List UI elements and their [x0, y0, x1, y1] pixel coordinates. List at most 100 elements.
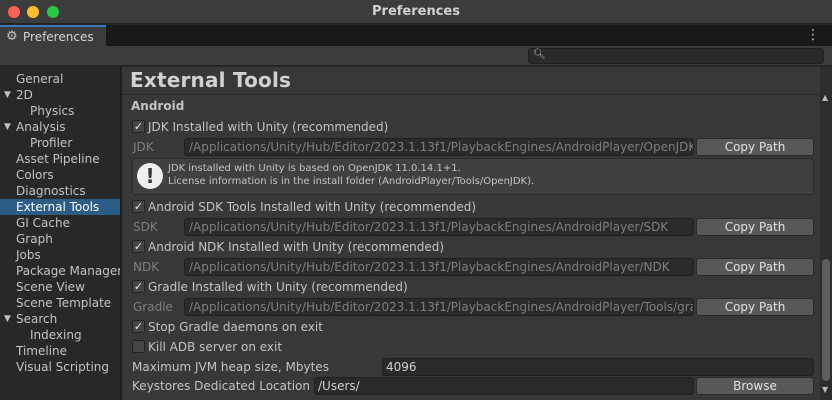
- tab-preferences[interactable]: ⚙ Preferences: [0, 25, 106, 46]
- gradle-copy-path-button[interactable]: Copy Path: [696, 298, 814, 316]
- title-separator: [122, 94, 820, 95]
- sidebar-item-jobs[interactable]: Jobs: [0, 247, 120, 263]
- jdk-info-box: ! JDK installed with Unity is based on O…: [132, 158, 814, 195]
- sidebar-item-physics[interactable]: Physics: [0, 103, 120, 119]
- expand-arrow-icon[interactable]: ▼: [4, 119, 11, 135]
- sidebar-item-gi-cache[interactable]: GI Cache: [0, 215, 120, 231]
- tab-strip: ⚙ Preferences ⋮: [0, 25, 832, 46]
- expand-arrow-icon[interactable]: ▼: [4, 87, 11, 103]
- jvm-heap-label: Maximum JVM heap size, Mbytes: [132, 360, 329, 374]
- jvm-heap-field[interactable]: 4096: [382, 358, 814, 376]
- more-options-icon[interactable]: ⋮: [806, 27, 820, 43]
- exclamation-icon: !: [137, 163, 163, 189]
- jdk-checkbox[interactable]: ✓: [132, 120, 145, 133]
- kill-adb-checkbox[interactable]: [132, 340, 145, 353]
- sidebar-item-label: Visual Scripting: [16, 360, 109, 374]
- sdk-toggle-label: Android SDK Tools Installed with Unity (…: [148, 200, 477, 214]
- info-line-1: JDK installed with Unity is based on Ope…: [168, 163, 461, 174]
- keystores-label: Keystores Dedicated Location: [132, 379, 310, 393]
- scroll-up-icon[interactable]: ▲: [822, 93, 828, 102]
- sidebar-item-label: Diagnostics: [16, 184, 86, 198]
- sidebar-item-profiler[interactable]: Profiler: [0, 135, 120, 151]
- sidebar-item-package-manager[interactable]: Package Manager: [0, 263, 123, 279]
- sidebar-item-label: Package Manager: [16, 264, 123, 278]
- ndk-copy-path-button[interactable]: Copy Path: [696, 258, 814, 276]
- sidebar-item-scene-template[interactable]: Scene Template: [0, 295, 120, 311]
- ndk-path-field: /Applications/Unity/Hub/Editor/2023.1.13…: [184, 258, 694, 276]
- kill-adb-label: Kill ADB server on exit: [148, 340, 283, 354]
- gear-icon: ⚙: [6, 29, 18, 44]
- keystores-row: Keystores Dedicated Location /Users/ Bro…: [122, 377, 820, 395]
- sidebar-item-label: Analysis: [16, 120, 66, 134]
- ndk-toggle-label: Android NDK Installed with Unity (recomm…: [148, 240, 445, 254]
- sidebar-item-label: Search: [16, 312, 58, 326]
- gradle-path-row: Gradle /Applications/Unity/Hub/Editor/20…: [122, 298, 820, 316]
- sidebar-item-visual-scripting[interactable]: Visual Scripting: [0, 359, 120, 375]
- sidebar-item-graph[interactable]: Graph: [0, 231, 120, 247]
- sdk-field-label: SDK: [133, 220, 158, 234]
- sidebar-item-label: Profiler: [30, 136, 73, 150]
- jvm-heap-row: Maximum JVM heap size, Mbytes 4096: [122, 358, 820, 376]
- sidebar-item-timeline[interactable]: Timeline: [0, 343, 120, 359]
- gradle-path-field: /Applications/Unity/Hub/Editor/2023.1.13…: [184, 298, 694, 316]
- ndk-checkbox[interactable]: ✓: [132, 240, 145, 253]
- sidebar-item-analysis[interactable]: ▼ Analysis: [0, 119, 120, 135]
- gradle-toggle-row: ✓ Gradle Installed with Unity (recommend…: [122, 278, 820, 296]
- sidebar-item-label: Colors: [16, 168, 54, 182]
- jdk-toggle-label: JDK Installed with Unity (recommended): [148, 120, 389, 134]
- jdk-path-field: /Applications/Unity/Hub/Editor/2023.1.13…: [184, 138, 694, 156]
- sidebar-item-label: Scene Template: [16, 296, 112, 310]
- sidebar-item-2d[interactable]: ▼ 2D: [0, 87, 120, 103]
- sidebar-item-label: Timeline: [16, 344, 68, 358]
- kill-adb-row: Kill ADB server on exit: [122, 338, 820, 356]
- stop-gradle-row: ✓ Stop Gradle daemons on exit: [122, 318, 820, 336]
- ndk-field-label: NDK: [133, 260, 160, 274]
- sidebar-item-asset-pipeline[interactable]: Asset Pipeline: [0, 151, 120, 167]
- sidebar-item-label: General: [16, 72, 64, 86]
- gradle-toggle-label: Gradle Installed with Unity (recommended…: [148, 280, 408, 294]
- preferences-sidebar: General ▼ 2D Physics ▼ Analysis Profiler Asset …: [0, 67, 123, 400]
- section-header-android: Android: [131, 99, 185, 113]
- sdk-path-field: /Applications/Unity/Hub/Editor/2023.1.13…: [184, 218, 694, 236]
- sidebar-item-scene-view[interactable]: Scene View: [0, 279, 120, 295]
- sdk-path-row: SDK /Applications/Unity/Hub/Editor/2023.…: [122, 218, 820, 236]
- window-title: Preferences: [372, 4, 460, 19]
- search-bar-row: 🔍︎: [0, 46, 832, 66]
- sidebar-item-label: Physics: [30, 104, 75, 118]
- external-tools-panel: External Tools Android ✓ JDK Installed w…: [122, 67, 832, 400]
- browse-button[interactable]: Browse: [696, 377, 814, 395]
- sidebar-item-indexing[interactable]: Indexing: [0, 327, 120, 343]
- scrollbar-thumb[interactable]: [822, 259, 830, 381]
- sidebar-item-search[interactable]: ▼ Search: [0, 311, 120, 327]
- keystores-field[interactable]: /Users/: [314, 377, 694, 395]
- jdk-copy-path-button[interactable]: Copy Path: [696, 138, 814, 156]
- sidebar-item-label: External Tools: [16, 200, 100, 214]
- gradle-checkbox[interactable]: ✓: [132, 280, 145, 293]
- page-title: External Tools: [130, 68, 292, 92]
- scroll-down-icon[interactable]: ▼: [822, 385, 828, 394]
- sdk-copy-path-button[interactable]: Copy Path: [696, 218, 814, 236]
- sidebar-item-external-tools[interactable]: External Tools: [0, 199, 120, 215]
- search-icon: 🔍︎: [533, 49, 546, 60]
- sdk-toggle-row: ✓ Android SDK Tools Installed with Unity…: [122, 198, 820, 216]
- sidebar-item-label: Indexing: [30, 328, 82, 342]
- info-line-2: License information is in the install fo…: [168, 176, 535, 187]
- stop-gradle-checkbox[interactable]: ✓: [132, 320, 145, 333]
- sidebar-item-label: 2D: [16, 88, 33, 102]
- ndk-toggle-row: ✓ Android NDK Installed with Unity (reco…: [122, 238, 820, 256]
- jdk-path-row: JDK /Applications/Unity/Hub/Editor/2023.…: [122, 138, 820, 156]
- expand-arrow-icon[interactable]: ▼: [4, 311, 11, 327]
- stop-gradle-label: Stop Gradle daemons on exit: [148, 320, 323, 334]
- sidebar-item-colors[interactable]: Colors: [0, 167, 120, 183]
- sidebar-item-label: GI Cache: [16, 216, 70, 230]
- sidebar-item-label: Scene View: [16, 280, 85, 294]
- gradle-field-label: Gradle: [133, 300, 173, 314]
- sidebar-item-diagnostics[interactable]: Diagnostics: [0, 183, 120, 199]
- search-input[interactable]: [545, 49, 815, 63]
- jdk-toggle-row: ✓ JDK Installed with Unity (recommended): [122, 118, 820, 136]
- sidebar-item-label: Asset Pipeline: [16, 152, 100, 166]
- sidebar-item-general[interactable]: General: [0, 71, 120, 87]
- sdk-checkbox[interactable]: ✓: [132, 200, 145, 213]
- search-box[interactable]: 🔍︎: [528, 48, 824, 64]
- vertical-scrollbar[interactable]: ▲ ▼: [820, 67, 832, 400]
